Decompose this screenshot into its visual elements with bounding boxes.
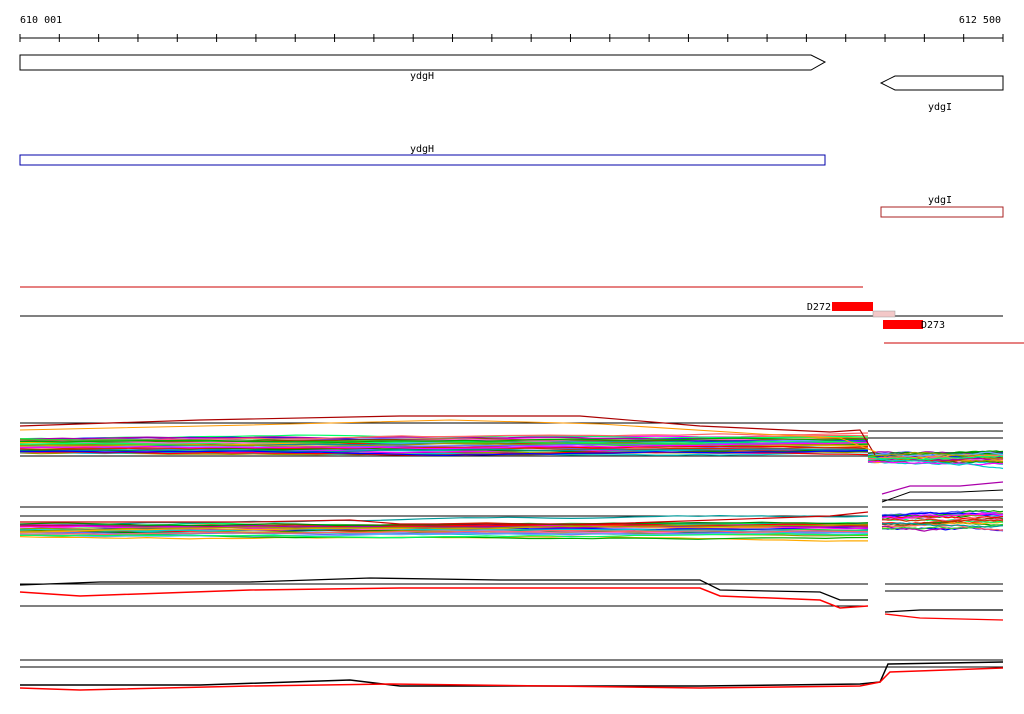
- gene-label-ydgH: ydgH: [410, 71, 434, 82]
- ruler-end-label: 612 500: [959, 15, 1001, 26]
- feature-track: D272 D273: [20, 286, 1024, 344]
- feature-connector: [872, 310, 896, 318]
- annotation-box-ydgH[interactable]: [19, 154, 826, 166]
- annotation-label-ydgI: ydgI: [928, 195, 952, 206]
- feature-block-D273[interactable]: [883, 320, 923, 329]
- gene-label-ydgI: ydgI: [928, 102, 952, 113]
- feature-label-D272: D272: [807, 302, 831, 313]
- genome-browser-view: 610 001 612 500 ydgH ydgI ydgH ydgI D272…: [19, 15, 1024, 691]
- gene-arrow-ydgH[interactable]: [19, 54, 827, 71]
- profile-line: [884, 613, 1004, 621]
- ruler-start-label: 610 001: [20, 15, 62, 26]
- annotation-track: ydgH ydgI: [19, 144, 1004, 218]
- feature-label-D273: D273: [921, 320, 945, 331]
- feature-block-D272[interactable]: [832, 302, 873, 311]
- expression-profiles: [19, 415, 1004, 691]
- gene-arrow-ydgI[interactable]: [879, 75, 1004, 91]
- profile-line: [884, 609, 1003, 613]
- profile-line: [20, 661, 1004, 687]
- annotation-box-ydgI[interactable]: [880, 206, 1004, 218]
- coordinate-ruler: 610 001 612 500: [19, 15, 1004, 42]
- annotation-label-ydgH: ydgH: [410, 144, 434, 155]
- gene-track: ydgH ydgI: [19, 54, 1004, 113]
